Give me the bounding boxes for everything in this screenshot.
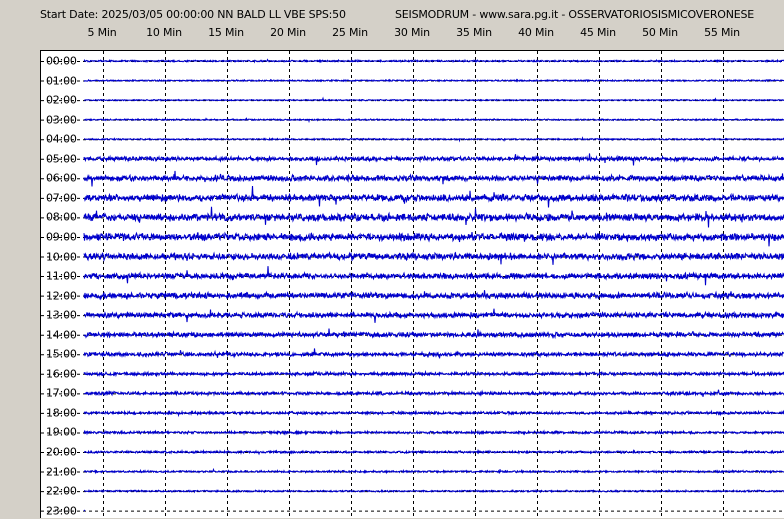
seismic-trace xyxy=(83,389,784,397)
seismic-trace xyxy=(83,509,86,512)
hour-label: 19:00 xyxy=(46,425,77,439)
hour-label: 01:00 xyxy=(46,74,77,88)
seismic-trace xyxy=(83,369,784,378)
start-date-header: Start Date: 2025/03/05 00:00:00 NN BALD … xyxy=(40,8,346,21)
seismic-trace xyxy=(83,409,784,418)
seismic-trace xyxy=(83,96,784,102)
minute-tick-label: 50 Min xyxy=(642,26,678,39)
seismic-trace xyxy=(83,251,784,265)
minute-tick-label: 15 Min xyxy=(208,26,244,39)
seismic-trace xyxy=(83,467,784,475)
minute-tick-label: 45 Min xyxy=(580,26,616,39)
minute-tick-label: 25 Min xyxy=(332,26,368,39)
seismogram-window: Start Date: 2025/03/05 00:00:00 NN BALD … xyxy=(0,0,784,519)
seismic-trace xyxy=(83,290,784,301)
minute-tick-label: 10 Min xyxy=(146,26,182,39)
minute-tick-label: 40 Min xyxy=(518,26,554,39)
minute-tick-label: 55 Min xyxy=(704,26,740,39)
hour-label: 03:00 xyxy=(46,113,77,127)
seismic-trace xyxy=(83,328,784,340)
seismic-trace xyxy=(83,429,784,436)
seismic-trace xyxy=(83,308,784,323)
hour-label: 14:00 xyxy=(46,328,77,342)
hour-label: 07:00 xyxy=(46,191,77,205)
hour-label: 02:00 xyxy=(46,93,77,107)
minute-tick-label: 30 Min xyxy=(394,26,430,39)
station-title: SEISMODRUM - www.sara.pg.it - OSSERVATOR… xyxy=(395,8,755,21)
hour-label: 09:00 xyxy=(46,230,77,244)
hour-label: 12:00 xyxy=(46,289,77,303)
hour-label: 15:00 xyxy=(46,347,77,361)
seismic-trace xyxy=(84,488,784,494)
seismic-trace xyxy=(83,170,784,187)
seismic-trace xyxy=(83,117,784,124)
hour-label: 13:00 xyxy=(46,308,77,322)
hour-label: 20:00 xyxy=(46,445,77,459)
seismic-trace xyxy=(83,206,784,228)
seismic-trace xyxy=(83,266,784,286)
minute-tick-label: 20 Min xyxy=(270,26,306,39)
hour-label: 00:00 xyxy=(46,54,77,68)
seismogram-chart xyxy=(41,51,784,519)
hour-label: 22:00 xyxy=(46,484,77,498)
seismic-trace xyxy=(83,348,784,359)
seismic-trace xyxy=(83,186,784,208)
hour-label: 23:00 xyxy=(46,504,77,518)
seismic-trace xyxy=(83,231,784,247)
minute-tick-label: 5 Min xyxy=(87,26,117,39)
hour-label: 10:00 xyxy=(46,250,77,263)
hour-label: 08:00 xyxy=(46,210,77,224)
seismic-trace xyxy=(83,78,784,83)
hour-label: 05:00 xyxy=(46,152,77,166)
seismic-trace xyxy=(83,448,784,456)
hour-label: 21:00 xyxy=(46,465,77,479)
hour-label: 17:00 xyxy=(46,386,77,400)
hour-label: 06:00 xyxy=(46,171,77,185)
hour-label: 18:00 xyxy=(46,406,77,420)
plot-area: 00:00 01:00 02:00 03:00 04:00 05:00 06:00 07:00… xyxy=(40,50,784,519)
hour-label: 11:00 xyxy=(46,269,77,283)
hour-label: 04:00 xyxy=(46,132,77,146)
minute-tick-label: 35 Min xyxy=(456,26,492,39)
hour-label: 16:00 xyxy=(46,367,77,381)
